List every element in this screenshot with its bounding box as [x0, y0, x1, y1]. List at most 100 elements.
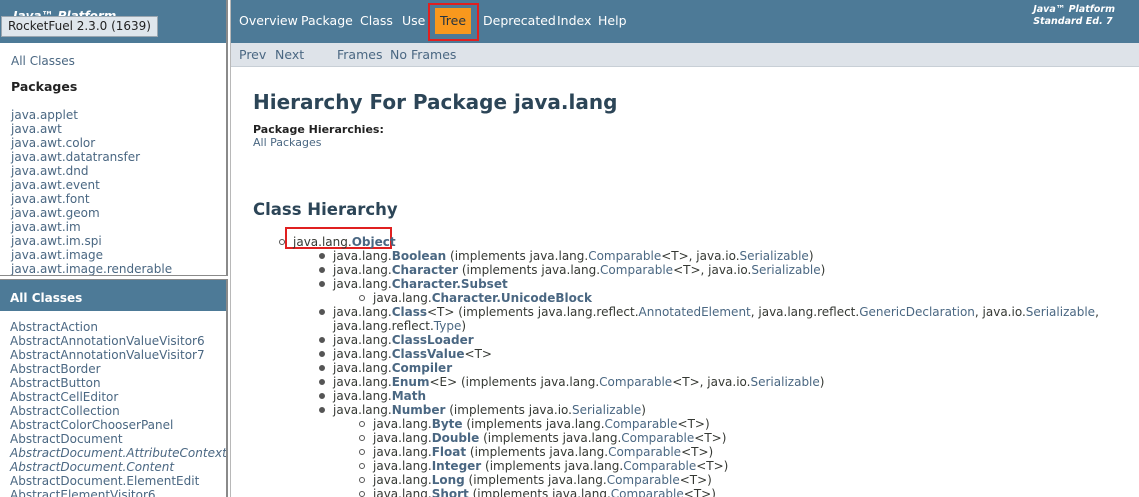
tree-text: java.lang.	[333, 403, 392, 417]
interface-link[interactable]: Comparable	[588, 249, 661, 263]
class-name-link[interactable]: Long	[432, 473, 465, 487]
tree-node: java.lang.Short (implements java.lang.Co…	[373, 487, 716, 497]
class-link[interactable]: AbstractAnnotationValueVisitor7	[10, 348, 226, 362]
tree-node: java.lang.Object	[293, 235, 396, 249]
nav-index[interactable]: Index	[557, 13, 591, 28]
interface-link[interactable]: Serializable	[751, 375, 820, 389]
tree-text: (implements java.lang.	[481, 459, 624, 473]
interface-link[interactable]: Comparable	[607, 473, 680, 487]
interface-link[interactable]: Comparable	[611, 487, 684, 497]
class-link[interactable]: AbstractCollection	[10, 404, 226, 418]
package-link[interactable]: java.applet	[11, 108, 172, 122]
class-name-link[interactable]: Compiler	[392, 361, 452, 375]
class-link[interactable]: AbstractColorChooserPanel	[10, 418, 226, 432]
class-name-link[interactable]: Class	[392, 305, 427, 319]
class-name-link[interactable]: Float	[432, 445, 466, 459]
interface-link[interactable]: Serializable	[1026, 305, 1095, 319]
tree-bullet	[319, 407, 325, 413]
package-link[interactable]: java.awt.image	[11, 248, 172, 262]
nav-use[interactable]: Use	[402, 13, 425, 28]
interface-link[interactable]: Type	[434, 319, 462, 333]
tree-bullet	[319, 267, 325, 273]
tree-bullet	[319, 365, 325, 371]
frames-link[interactable]: Frames	[337, 47, 382, 62]
package-link[interactable]: java.awt.dnd	[11, 164, 172, 178]
interface-link[interactable]: Comparable	[621, 431, 694, 445]
nav-deprecated[interactable]: Deprecated	[483, 13, 556, 28]
nav-overview[interactable]: Overview	[239, 13, 298, 28]
version-tooltip: RocketFuel 2.3.0 (1639)	[1, 16, 158, 37]
interface-link[interactable]: Serializable	[740, 249, 809, 263]
class-name-link[interactable]: Byte	[432, 417, 463, 431]
package-link[interactable]: java.awt	[11, 122, 172, 136]
tree-text: java.lang.	[373, 459, 432, 473]
class-link[interactable]: AbstractCellEditor	[10, 390, 226, 404]
nav-class[interactable]: Class	[360, 13, 393, 28]
sub-nav-bar: Prev Next Frames No Frames	[231, 43, 1139, 67]
tree-text: )	[808, 249, 814, 263]
tree-text: java.lang.	[333, 305, 392, 319]
tree-bullet	[359, 477, 365, 483]
packages-frame: Java™ Platform RocketFuel 2.3.0 (1639) A…	[0, 0, 228, 276]
package-link[interactable]: java.awt.image.renderable	[11, 262, 172, 275]
class-name-link[interactable]: ClassLoader	[392, 333, 474, 347]
interface-link[interactable]: AnnotatedElement	[639, 305, 751, 319]
tree-text: java.lang.	[373, 487, 432, 497]
packages-heading: Packages	[11, 79, 78, 94]
class-hierarchy-heading: Class Hierarchy	[253, 200, 398, 219]
no-frames-link[interactable]: No Frames	[390, 47, 456, 62]
class-link[interactable]: AbstractDocument.Content	[10, 460, 226, 474]
tree-text: , java.lang.reflect.	[750, 305, 860, 319]
class-name-link[interactable]: Object	[352, 235, 396, 249]
tree-text: , java.io.	[974, 305, 1026, 319]
interface-link[interactable]: Comparable	[599, 375, 672, 389]
class-link[interactable]: AbstractElementVisitor6	[10, 488, 226, 497]
tree-node: java.lang.ClassValue<T>	[333, 347, 492, 361]
tree-bullet	[319, 379, 325, 385]
class-name-link[interactable]: Number	[392, 403, 446, 417]
class-name-link[interactable]: Character.Subset	[392, 277, 508, 291]
tree-text: java.lang.	[333, 361, 392, 375]
tree-text: (implements java.lang.	[468, 487, 611, 497]
class-link[interactable]: AbstractDocument.AttributeContext	[10, 446, 226, 460]
class-link[interactable]: AbstractAnnotationValueVisitor6	[10, 334, 226, 348]
class-name-link[interactable]: Character	[392, 263, 458, 277]
all-packages-link[interactable]: All Packages	[253, 136, 321, 149]
interface-link[interactable]: GenericDeclaration	[859, 305, 975, 319]
tree-node: java.lang.Number (implements java.io.Ser…	[333, 403, 646, 417]
class-link[interactable]: AbstractAction	[10, 320, 226, 334]
next-link[interactable]: Next	[275, 47, 304, 62]
interface-link[interactable]: Comparable	[600, 263, 673, 277]
nav-help[interactable]: Help	[598, 13, 627, 28]
tree-bullet	[319, 351, 325, 357]
class-name-link[interactable]: Enum	[392, 375, 430, 389]
package-link[interactable]: java.awt.im	[11, 220, 172, 234]
nav-package[interactable]: Package	[301, 13, 353, 28]
package-link[interactable]: java.awt.im.spi	[11, 234, 172, 248]
class-link[interactable]: AbstractDocument	[10, 432, 226, 446]
class-name-link[interactable]: ClassValue	[392, 347, 465, 361]
interface-link[interactable]: Serializable	[751, 263, 820, 277]
interface-link[interactable]: Serializable	[572, 403, 641, 417]
class-link[interactable]: AbstractDocument.ElementEdit	[10, 474, 226, 488]
class-name-link[interactable]: Character.UnicodeBlock	[432, 291, 592, 305]
package-link[interactable]: java.awt.datatransfer	[11, 150, 172, 164]
package-link[interactable]: java.awt.color	[11, 136, 172, 150]
class-link[interactable]: AbstractButton	[10, 376, 226, 390]
packages-frame-header: Java™ Platform RocketFuel 2.3.0 (1639)	[0, 0, 226, 43]
interface-link[interactable]: Comparable	[608, 445, 681, 459]
class-name-link[interactable]: Double	[432, 431, 480, 445]
class-name-link[interactable]: Boolean	[392, 249, 447, 263]
package-link[interactable]: java.awt.font	[11, 192, 172, 206]
all-classes-link[interactable]: All Classes	[11, 54, 75, 68]
interface-link[interactable]: Comparable	[605, 417, 678, 431]
package-link[interactable]: java.awt.event	[11, 178, 172, 192]
class-name-link[interactable]: Integer	[432, 459, 482, 473]
prev-link[interactable]: Prev	[239, 47, 266, 62]
interface-link[interactable]: Comparable	[623, 459, 696, 473]
class-name-link[interactable]: Short	[432, 487, 469, 497]
class-link[interactable]: AbstractBorder	[10, 362, 226, 376]
tree-highlight-box	[428, 3, 479, 41]
package-link[interactable]: java.awt.geom	[11, 206, 172, 220]
class-name-link[interactable]: Math	[392, 389, 426, 403]
